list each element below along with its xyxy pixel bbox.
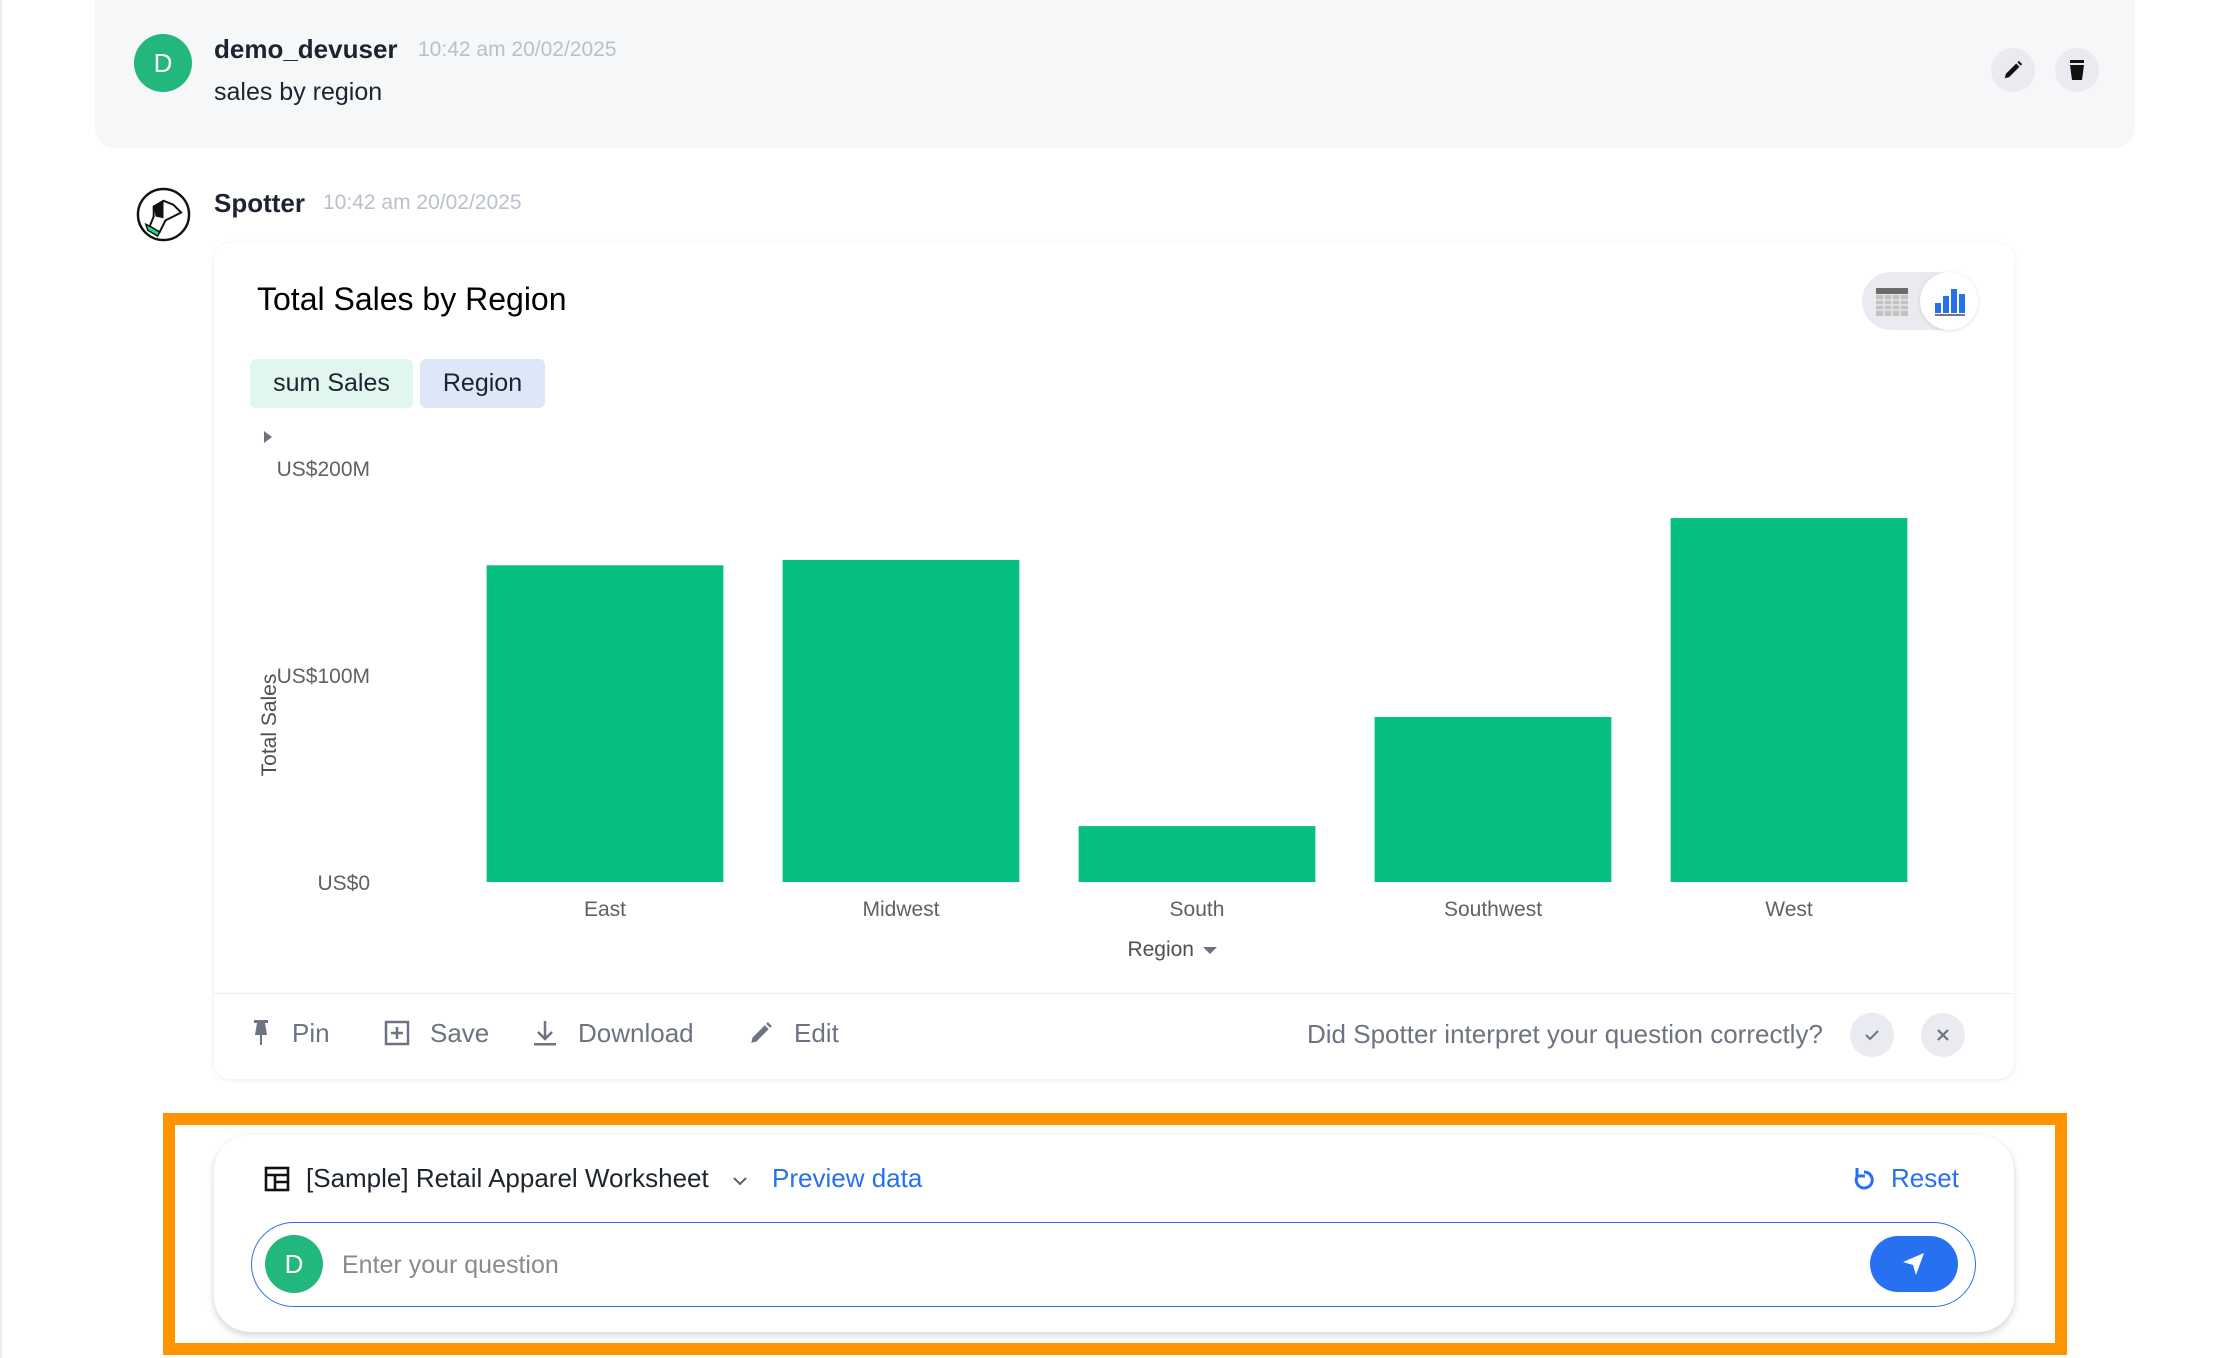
send-button[interactable] xyxy=(1870,1236,1958,1292)
x-tick-label: East xyxy=(584,898,626,921)
answer-card: Total Sales by Region sum Sales Region U… xyxy=(214,243,2014,1079)
edit-label: Edit xyxy=(794,1017,839,1048)
user-avatar: D xyxy=(134,34,192,92)
edit-button[interactable]: Edit xyxy=(748,1013,839,1053)
x-tick-label: Southwest xyxy=(1444,898,1542,921)
close-icon xyxy=(1937,1029,1949,1041)
send-arrow-icon xyxy=(1903,1253,1924,1275)
save-button[interactable]: Save xyxy=(384,1013,489,1053)
question-input-container: D xyxy=(251,1222,1976,1307)
save-label: Save xyxy=(430,1017,490,1048)
pencil-icon xyxy=(751,1022,772,1043)
delete-message-button[interactable] xyxy=(2055,48,2099,92)
question-input[interactable] xyxy=(342,1243,1792,1287)
x-tick-label: West xyxy=(1765,898,1813,921)
user-message-timestamp: 10:42 am 20/02/2025 xyxy=(418,38,617,61)
bar-east[interactable] xyxy=(486,565,724,882)
feedback-question: Did Spotter interpret your question corr… xyxy=(1307,1019,1823,1049)
bar-west[interactable] xyxy=(1670,518,1908,882)
pin-icon xyxy=(254,1020,268,1045)
pin-button[interactable]: Pin xyxy=(250,1013,330,1053)
pin-label: Pin xyxy=(292,1017,330,1048)
page-left-border xyxy=(0,0,2,1358)
edit-message-button[interactable] xyxy=(1991,48,2035,92)
x-tick-label: Midwest xyxy=(862,898,939,921)
pencil-icon xyxy=(2004,60,2023,79)
download-label: Download xyxy=(578,1017,694,1048)
trash-icon xyxy=(2070,60,2084,80)
reset-button[interactable]: Reset xyxy=(1851,1163,1959,1194)
y-axis-title[interactable]: Total Sales xyxy=(258,674,281,777)
bar-midwest[interactable] xyxy=(782,559,1020,882)
download-icon xyxy=(534,1021,556,1046)
x-axis-dropdown-icon[interactable] xyxy=(1203,947,1217,954)
reset-icon xyxy=(1854,1167,1874,1189)
user-name: demo_devuser xyxy=(214,34,398,64)
chevron-down-icon[interactable] xyxy=(730,1171,750,1191)
user-avatar: D xyxy=(265,1235,323,1293)
feedback-no-button[interactable] xyxy=(1921,1013,1965,1057)
spotter-name: Spotter xyxy=(214,188,305,218)
worksheet-selector[interactable]: [Sample] Retail Apparel Worksheet xyxy=(306,1163,709,1194)
user-message-text: sales by region xyxy=(214,78,383,106)
x-axis-title[interactable]: Region xyxy=(1127,938,1194,961)
check-icon xyxy=(1865,1030,1879,1041)
preview-data-link[interactable]: Preview data xyxy=(772,1163,922,1194)
bar-chart: US$0 US$100M US$200M East Midwest South South… xyxy=(258,431,1908,961)
y-tick-label: US$0 xyxy=(317,872,370,895)
reset-label: Reset xyxy=(1891,1163,1959,1193)
bar-southwest[interactable] xyxy=(1374,717,1612,882)
question-composer: [Sample] Retail Apparel Worksheet Previe… xyxy=(214,1135,2014,1332)
spotter-message-timestamp: 10:42 am 20/02/2025 xyxy=(323,191,522,214)
y-tick-label: US$200M xyxy=(277,458,370,481)
feedback-yes-button[interactable] xyxy=(1850,1013,1894,1057)
bar-south[interactable] xyxy=(1078,826,1316,882)
x-tick-label: South xyxy=(1170,898,1225,921)
y-axis-expand-icon[interactable] xyxy=(264,431,272,443)
save-plus-icon xyxy=(384,1020,410,1046)
user-message: D demo_devuser 10:42 am 20/02/2025 sales… xyxy=(95,0,2135,148)
worksheet-table-icon xyxy=(264,1166,290,1192)
card-footer-divider xyxy=(214,993,2014,994)
y-tick-label: US$100M xyxy=(277,665,370,688)
download-button[interactable]: Download xyxy=(532,1013,694,1053)
spotter-dog-icon xyxy=(136,187,191,242)
